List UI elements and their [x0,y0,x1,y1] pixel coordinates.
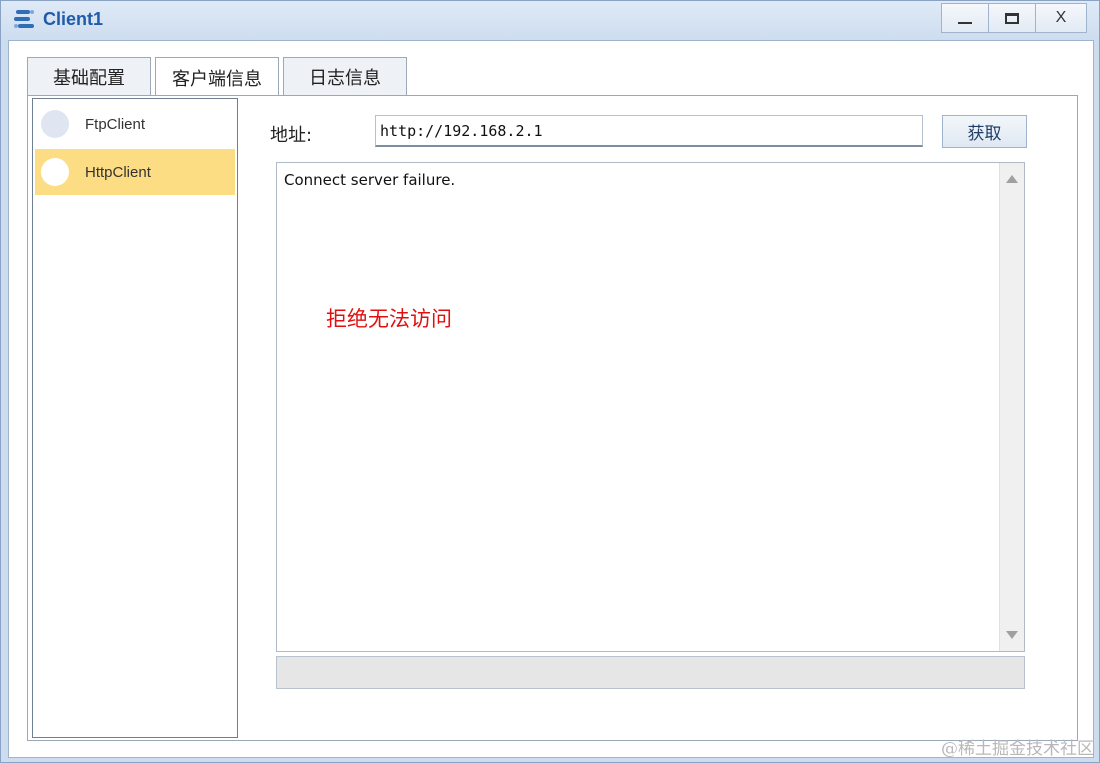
address-input[interactable] [375,115,923,147]
maximize-button[interactable] [988,3,1036,33]
http-client-icon [41,158,69,186]
vertical-scrollbar[interactable] [999,163,1024,651]
window-title: Client1 [43,9,104,29]
annotation-text: 拒绝无法访问 [326,307,452,331]
close-icon: X [1055,9,1067,26]
status-bar [276,656,1025,689]
watermark: @稀土掘金技术社区 [941,739,1094,759]
sidebar-item-httpclient[interactable]: HttpClient [35,149,235,195]
client-list: FtpClient HttpClient [32,98,238,738]
minimize-icon [958,22,972,24]
sidebar-item-ftpclient[interactable]: FtpClient [35,101,235,147]
maximize-icon [1005,12,1019,24]
app-window: Client1 X 基础配置 客户端信息 日志信息 FtpClient Http… [0,0,1100,763]
address-label: 地址: [270,125,313,146]
client-area: 基础配置 客户端信息 日志信息 FtpClient HttpClient 地址:… [8,40,1094,758]
minimize-button[interactable] [941,3,989,33]
tab-content: FtpClient HttpClient 地址: 获取 Connect serv… [27,95,1078,741]
scroll-up-icon[interactable] [1006,175,1018,183]
title-bar[interactable]: Client1 X [1,1,1099,39]
fetch-button[interactable]: 获取 [942,115,1027,148]
output-text: Connect server failure. [284,171,456,189]
client-app-icon [14,10,34,28]
ftp-client-icon [41,110,69,138]
sidebar-item-label: FtpClient [85,115,146,133]
tab-basic-config[interactable]: 基础配置 [27,57,151,95]
response-output[interactable]: Connect server failure. 拒绝无法访问 [276,162,1025,652]
tab-client-info[interactable]: 客户端信息 [155,57,279,97]
window-controls: X [941,3,1087,33]
tab-bar: 基础配置 客户端信息 日志信息 [27,57,411,97]
sidebar-item-label: HttpClient [85,163,151,181]
close-button[interactable]: X [1035,3,1087,33]
tab-log-info[interactable]: 日志信息 [283,57,407,95]
scroll-down-icon[interactable] [1006,631,1018,639]
